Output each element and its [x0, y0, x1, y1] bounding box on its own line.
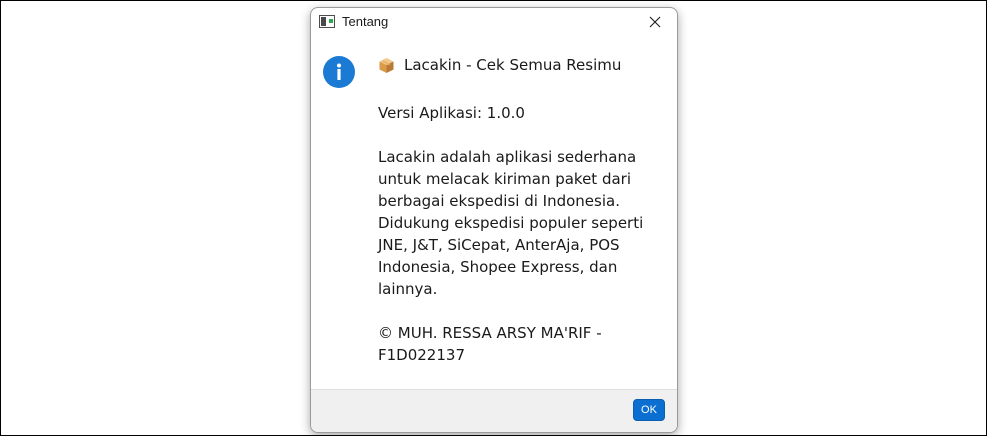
version-text: Versi Aplikasi: 1.0.0 [378, 104, 525, 122]
app-window-icon [319, 15, 335, 28]
window-title: Tentang [342, 14, 389, 29]
ok-button[interactable]: OK [633, 399, 665, 421]
description-text: Lacakin adalah aplikasi sederhana untuk … [378, 148, 644, 298]
info-icon [323, 56, 355, 88]
package-icon [379, 57, 394, 73]
dialog-content: Lacakin - Cek Semua Resimu Versi Aplikas… [378, 52, 668, 388]
close-icon [649, 16, 661, 28]
dialog-footer: OK [311, 389, 677, 432]
close-button[interactable] [635, 9, 675, 35]
copyright-text: © MUH. RESSA ARSY MA'RIF - F1D022137 [378, 324, 602, 364]
app-heading: Lacakin - Cek Semua Resimu [404, 56, 622, 74]
about-dialog: Tentang Lacakin - Cek Semua Resimu Versi… [310, 7, 678, 433]
heading-line: Lacakin - Cek Semua Resimu [378, 52, 668, 78]
title-bar[interactable]: Tentang [311, 8, 677, 36]
